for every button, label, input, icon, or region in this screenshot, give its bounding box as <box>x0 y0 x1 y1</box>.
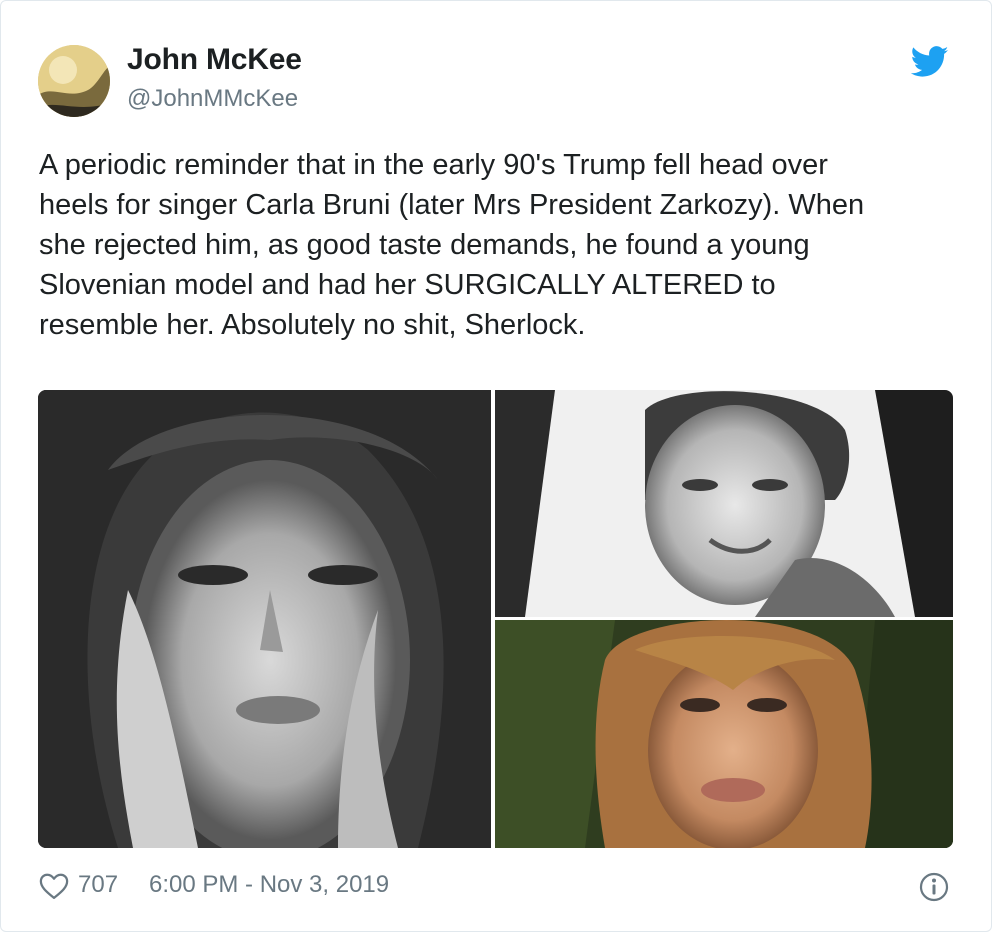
author-handle[interactable]: @JohnMMcKee <box>127 85 298 113</box>
author-name[interactable]: John McKee <box>127 43 302 77</box>
twitter-bird-icon[interactable] <box>910 46 949 78</box>
media-photo-2[interactable] <box>495 390 953 617</box>
media-photo-1[interactable] <box>38 390 491 848</box>
media-photo-3[interactable] <box>495 620 953 848</box>
portrait-image <box>495 390 953 617</box>
heart-icon[interactable] <box>39 872 69 900</box>
avatar-image <box>38 45 110 117</box>
tweet-text: A periodic reminder that in the early 90… <box>39 149 865 341</box>
tweet-timestamp[interactable]: 6:00 PM - Nov 3, 2019 <box>149 871 389 899</box>
like-count[interactable]: 707 <box>78 871 118 899</box>
portrait-image <box>495 620 953 848</box>
info-icon[interactable] <box>918 871 950 903</box>
tweet-card: John McKee @JohnMMcKee A periodic remind… <box>0 0 992 932</box>
author-avatar[interactable] <box>38 45 110 117</box>
media-grid <box>38 390 953 848</box>
portrait-image <box>38 390 491 848</box>
tweet-footer: 707 6:00 PM - Nov 3, 2019 <box>39 869 954 903</box>
